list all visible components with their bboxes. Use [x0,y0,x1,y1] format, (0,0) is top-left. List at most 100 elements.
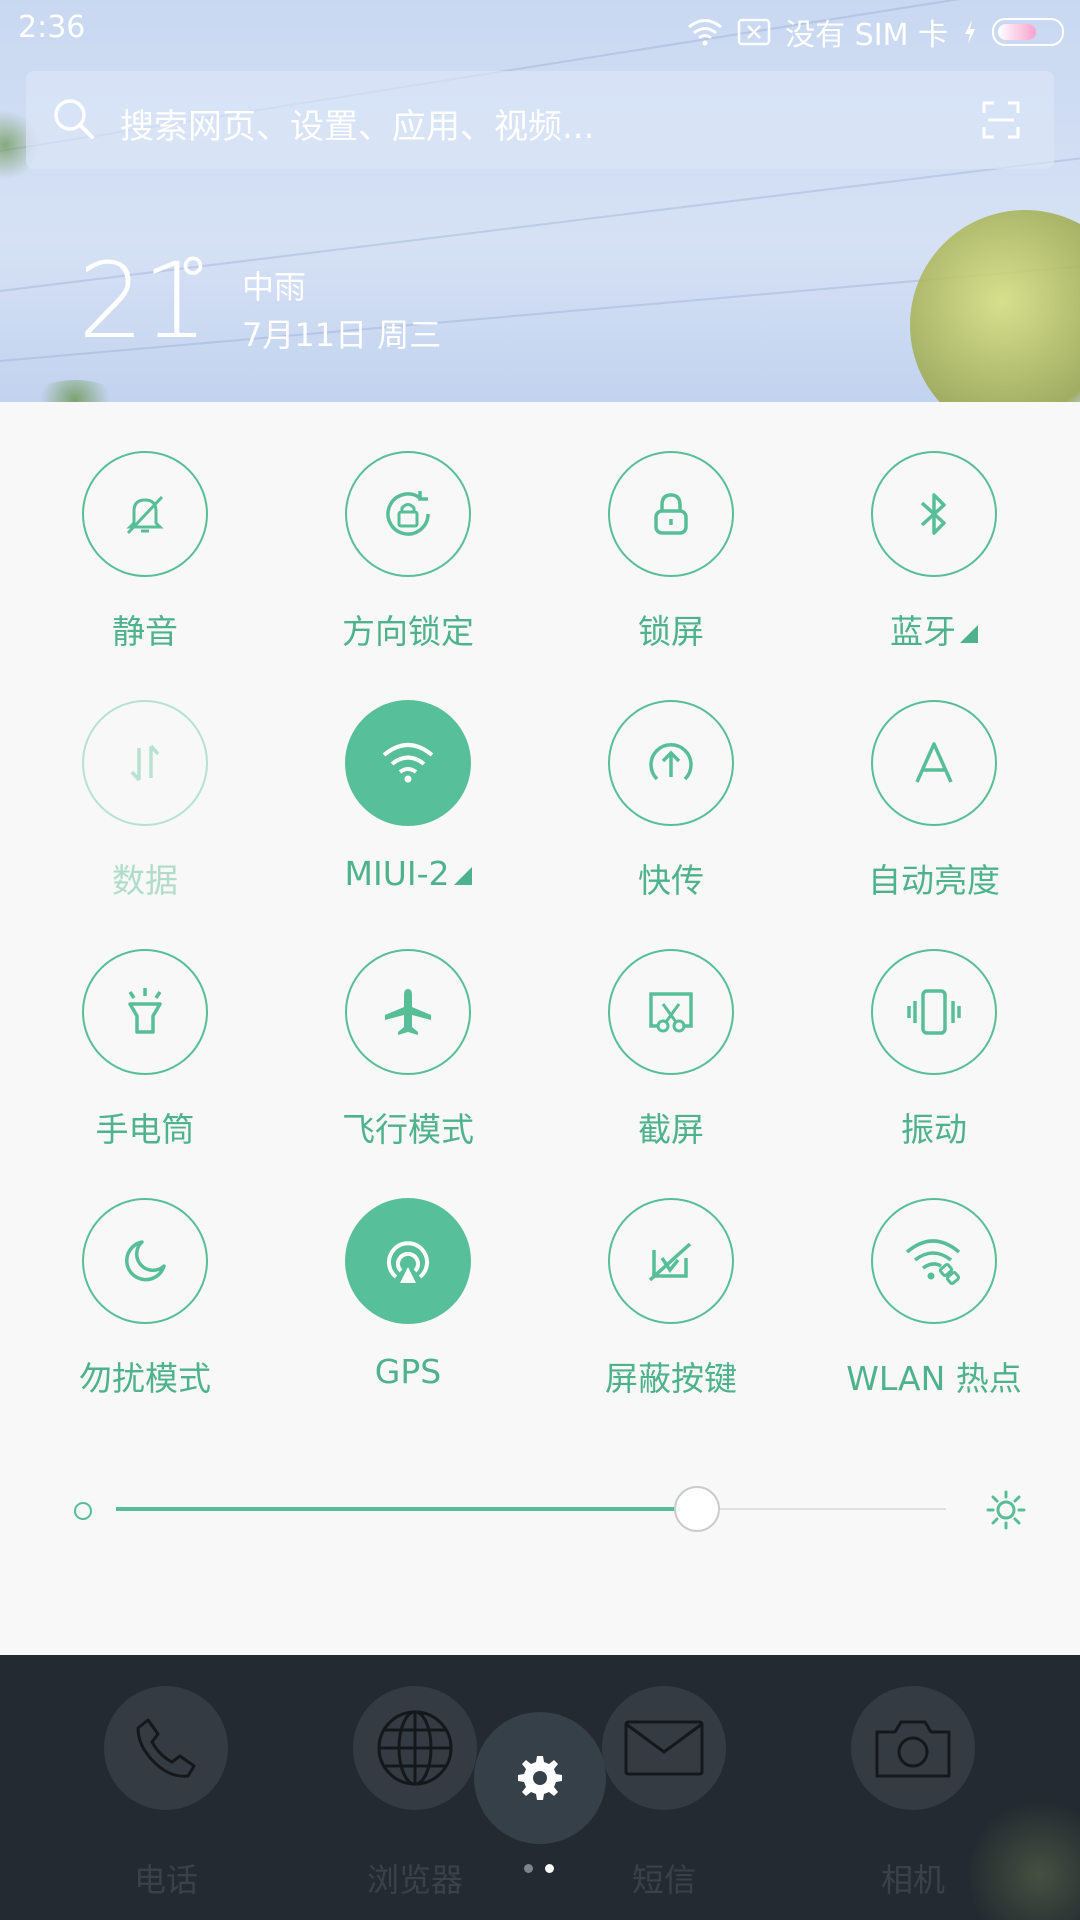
brightness-thumb[interactable] [674,1486,720,1532]
scan-icon[interactable] [982,101,1020,139]
toggle-screenshot[interactable]: 截屏 [561,949,781,1151]
toggle-circle[interactable] [871,700,997,826]
toggle-label: 振动 [901,1110,967,1149]
dock-label: 电话 [133,1861,198,1899]
dock-messages[interactable] [602,1686,726,1810]
page-indicator [524,1864,554,1873]
toggle-label: 数据 [112,861,178,900]
toggle-circle[interactable] [82,949,208,1075]
toggle-label: 自动亮度 [868,861,1000,900]
upload-icon [649,742,693,781]
block-keys-icon [648,1242,692,1282]
wallpaper-foliage [30,380,120,402]
toggle-label: 勿扰模式 [79,1359,211,1398]
brightness-low-icon [74,1502,92,1520]
toggle-label: 飞行模式 [342,1110,474,1149]
toggle-airplane[interactable]: 飞行模式 [298,949,518,1151]
wifi-status-icon [688,19,723,46]
dock-camera[interactable] [851,1686,975,1810]
envelope-icon [624,1720,704,1776]
camera-icon [875,1720,951,1778]
toggle-lock-screen[interactable]: 锁屏 [561,451,781,653]
search-icon [54,99,94,139]
toggle-wifi[interactable]: MIUI-2 [298,700,518,893]
toggle-label: MIUI-2 [298,854,518,893]
brightness-fill [116,1507,697,1511]
brightness-slider[interactable] [74,1480,1026,1540]
gps-icon [387,1241,429,1283]
search-placeholder: 搜索网页、设置、应用、视频... [120,107,595,147]
status-time: 2:36 [18,10,86,45]
dock-label: 相机 [880,1861,945,1899]
toggle-flashlight[interactable]: 手电筒 [35,949,255,1151]
toggle-label: WLAN 热点 [846,1359,1022,1398]
toggle-hotspot[interactable]: WLAN 热点 [824,1198,1044,1400]
toggle-circle[interactable] [608,700,734,826]
dock-label: 浏览器 [366,1861,463,1899]
toggle-label: 快传 [638,861,704,900]
toggle-circle[interactable] [345,949,471,1075]
data-arrows-icon [130,744,160,782]
battery-icon [992,18,1064,46]
toggle-circle[interactable] [871,451,997,577]
moon-icon [125,1240,166,1282]
auto-brightness-icon [915,742,953,783]
toggle-mobile-data[interactable]: 数据 [35,700,255,902]
weather-condition: 中雨 [242,268,307,306]
airplane-icon [385,989,431,1035]
dock-label: 短信 [631,1861,696,1899]
toggle-label-text: MIUI-2 [344,854,450,893]
dock-browser[interactable] [353,1686,477,1810]
toggle-label: 蓝牙 [824,605,1044,653]
charging-icon [965,20,975,44]
toggle-circle[interactable] [871,1198,997,1324]
hotspot-icon [905,1239,961,1285]
toggle-circle[interactable] [608,1198,734,1324]
lock-icon [654,493,688,535]
degree-symbol: ° [178,246,208,316]
toggle-circle[interactable] [82,1198,208,1324]
toggle-circle[interactable] [871,949,997,1075]
wallpaper-foliage [910,210,1080,402]
phone-icon [136,1718,196,1778]
toggle-circle[interactable] [345,451,471,577]
wifi-icon [382,743,434,783]
toggle-quick-transfer[interactable]: 快传 [561,700,781,902]
toggle-label: 屏蔽按键 [605,1359,737,1398]
brightness-high-icon [986,1490,1026,1530]
toggle-circle[interactable] [82,451,208,577]
expand-triangle-icon[interactable] [960,625,978,643]
toggle-gps[interactable]: GPS [298,1198,518,1391]
settings-button[interactable] [474,1712,606,1844]
toggle-circle[interactable] [345,700,471,826]
page-dot [524,1864,533,1873]
dock-phone[interactable] [104,1686,228,1810]
toggle-block-keys[interactable]: 屏蔽按键 [561,1198,781,1400]
toggle-bluetooth[interactable]: 蓝牙 [824,451,1044,653]
bluetooth-icon [920,493,946,535]
carrier-text: 没有 SIM 卡 [785,18,948,53]
toggle-circle[interactable] [608,949,734,1075]
status-bar: 2:36 没有 SIM 卡 [0,0,1080,60]
toggle-label: 截屏 [638,1110,704,1149]
toggle-silent[interactable]: 静音 [35,451,255,653]
toggle-rotation-lock[interactable]: 方向锁定 [298,451,518,653]
toggle-auto-brightness[interactable]: 自动亮度 [824,700,1044,902]
toggle-vibrate[interactable]: 振动 [824,949,1044,1151]
toggle-do-not-disturb[interactable]: 勿扰模式 [35,1198,255,1400]
toggle-circle[interactable] [608,451,734,577]
gear-icon [518,1756,562,1800]
no-sim-icon [737,18,771,46]
weather-date: 7月11日 周三 [242,316,442,354]
toggle-label: 锁屏 [638,612,704,651]
expand-triangle-icon[interactable] [453,867,472,885]
toggle-label: GPS [374,1352,442,1391]
screenshot-icon [649,992,693,1033]
toggle-circle[interactable] [82,700,208,826]
search-bar[interactable]: 搜索网页、设置、应用、视频... [26,71,1054,169]
toggle-label-text: 蓝牙 [890,612,956,651]
toggle-label: 手电筒 [95,1110,195,1149]
toggle-circle[interactable] [345,1198,471,1324]
page-dot-active [545,1864,554,1873]
toggle-label: 方向锁定 [342,612,474,651]
